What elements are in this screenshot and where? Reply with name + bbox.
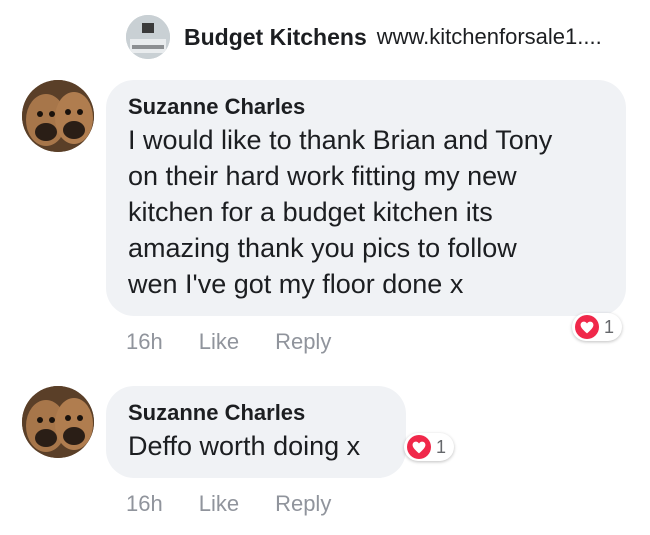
heart-icon [407, 435, 431, 459]
page-header: Budget Kitchens www.kitchenforsale1.... [126, 14, 602, 60]
comment-text: I would like to thank Brian and Tony on … [128, 122, 604, 302]
page-name[interactable]: Budget Kitchens [184, 24, 367, 51]
avatar[interactable] [22, 386, 94, 458]
reply-button[interactable]: Reply [275, 329, 331, 355]
reaction-count: 1 [436, 436, 447, 457]
reaction-count: 1 [604, 316, 615, 337]
comment-author[interactable]: Suzanne Charles [128, 92, 604, 122]
like-button[interactable]: Like [199, 491, 239, 517]
comment-text: Deffo worth doing x [128, 428, 384, 464]
reply-button[interactable]: Reply [275, 491, 331, 517]
comment-bubble[interactable]: Suzanne Charles Deffo worth doing x [106, 386, 406, 478]
comment-line: wen I've got my floor done x [128, 269, 464, 299]
like-button[interactable]: Like [199, 329, 239, 355]
reaction-badge[interactable]: 1 [572, 313, 623, 341]
comment-time[interactable]: 16h [126, 491, 163, 517]
comment-actions: 16h Like Reply [126, 329, 367, 355]
comment-author[interactable]: Suzanne Charles [128, 398, 384, 428]
page-avatar[interactable] [126, 15, 170, 59]
avatar[interactable] [22, 80, 94, 152]
page-url[interactable]: www.kitchenforsale1.... [377, 24, 602, 50]
comment-line: I would like to thank Brian and Tony [128, 125, 553, 155]
heart-icon [575, 315, 599, 339]
comment-line: on their hard work fitting my new [128, 161, 517, 191]
comment-line: kitchen for a budget kitchen its [128, 197, 493, 227]
comment-bubble[interactable]: Suzanne Charles I would like to thank Br… [106, 80, 626, 316]
reaction-badge[interactable]: 1 [404, 433, 455, 461]
comment-line: Deffo worth doing x [128, 431, 361, 461]
comment-actions: 16h Like Reply [126, 491, 367, 517]
comment-line: amazing thank you pics to follow [128, 233, 517, 263]
comment-time[interactable]: 16h [126, 329, 163, 355]
